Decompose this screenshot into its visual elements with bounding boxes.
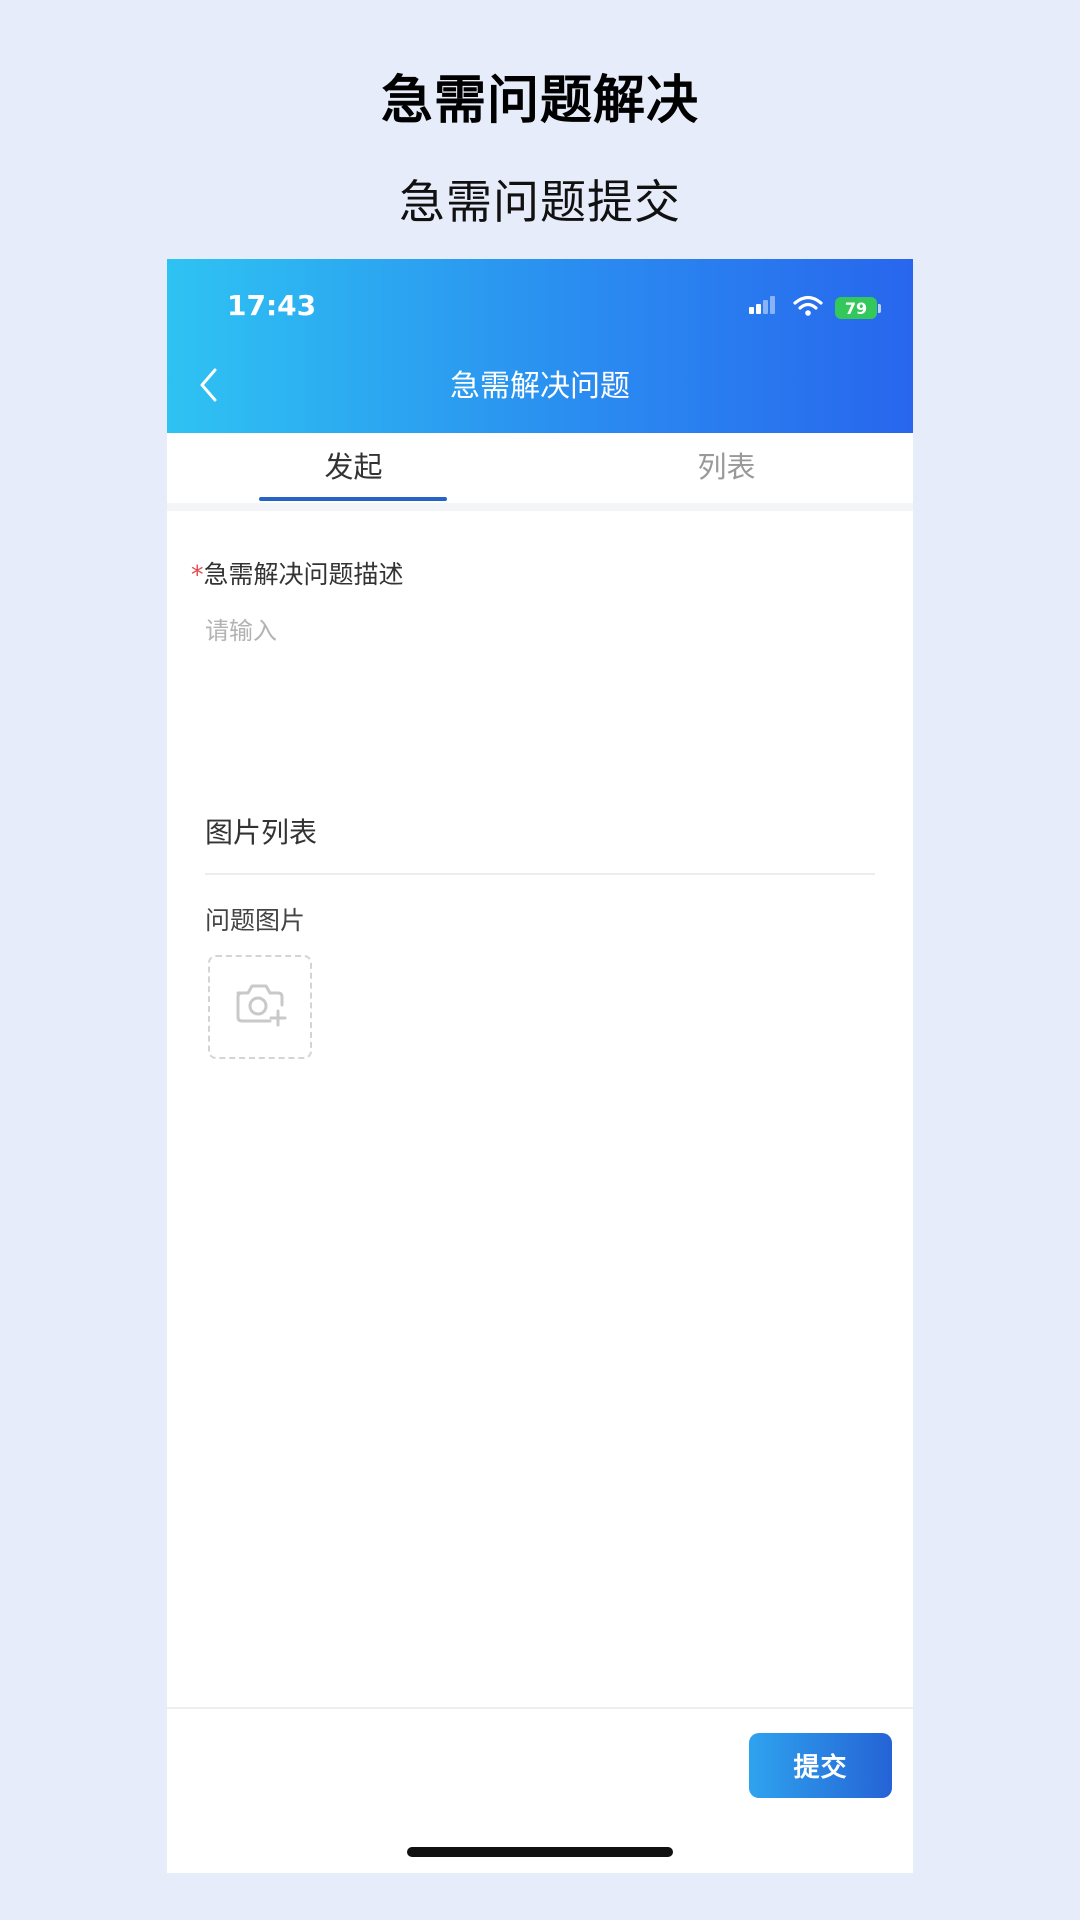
tab-initiate[interactable]: 发起 (167, 433, 540, 503)
photo-upload-button[interactable] (208, 955, 312, 1059)
hero-subtitle: 急需问题提交 (399, 175, 681, 229)
submit-button[interactable]: 提交 (749, 1733, 892, 1798)
description-label: *急需解决问题描述 (191, 555, 404, 591)
home-indicator (407, 1847, 673, 1857)
page-title: 急需解决问题 (450, 369, 630, 404)
active-tab-indicator (259, 497, 447, 501)
wifi-icon (793, 295, 823, 321)
bottom-divider (167, 1707, 913, 1709)
problem-photo-label: 问题图片 (205, 906, 306, 935)
tab-list-label: 列表 (697, 450, 756, 484)
description-input[interactable] (205, 611, 875, 751)
phone-screen: 17:43 79 急需解决问题 发起 列表 *急需解决问题描述 请输入 图片列表… (167, 259, 913, 1873)
status-time: 17:43 (227, 289, 317, 322)
required-mark: * (191, 560, 204, 589)
description-label-text: 急需解决问题描述 (203, 560, 404, 589)
cellular-signal-icon (747, 295, 781, 321)
tab-list[interactable]: 列表 (540, 433, 913, 503)
tab-initiate-label: 发起 (324, 450, 383, 484)
tab-bar: 发起 列表 (167, 433, 913, 503)
tabs-divider (167, 503, 913, 511)
camera-add-icon (232, 981, 288, 1033)
image-list-title: 图片列表 (205, 816, 318, 849)
status-icons: 79 (747, 295, 881, 321)
battery-level: 79 (835, 297, 877, 319)
app-header: 17:43 79 急需解决问题 (167, 259, 913, 433)
section-divider (205, 873, 875, 875)
hero-title: 急需问题解决 (380, 71, 699, 131)
battery-charging-icon: 79 (835, 297, 881, 319)
